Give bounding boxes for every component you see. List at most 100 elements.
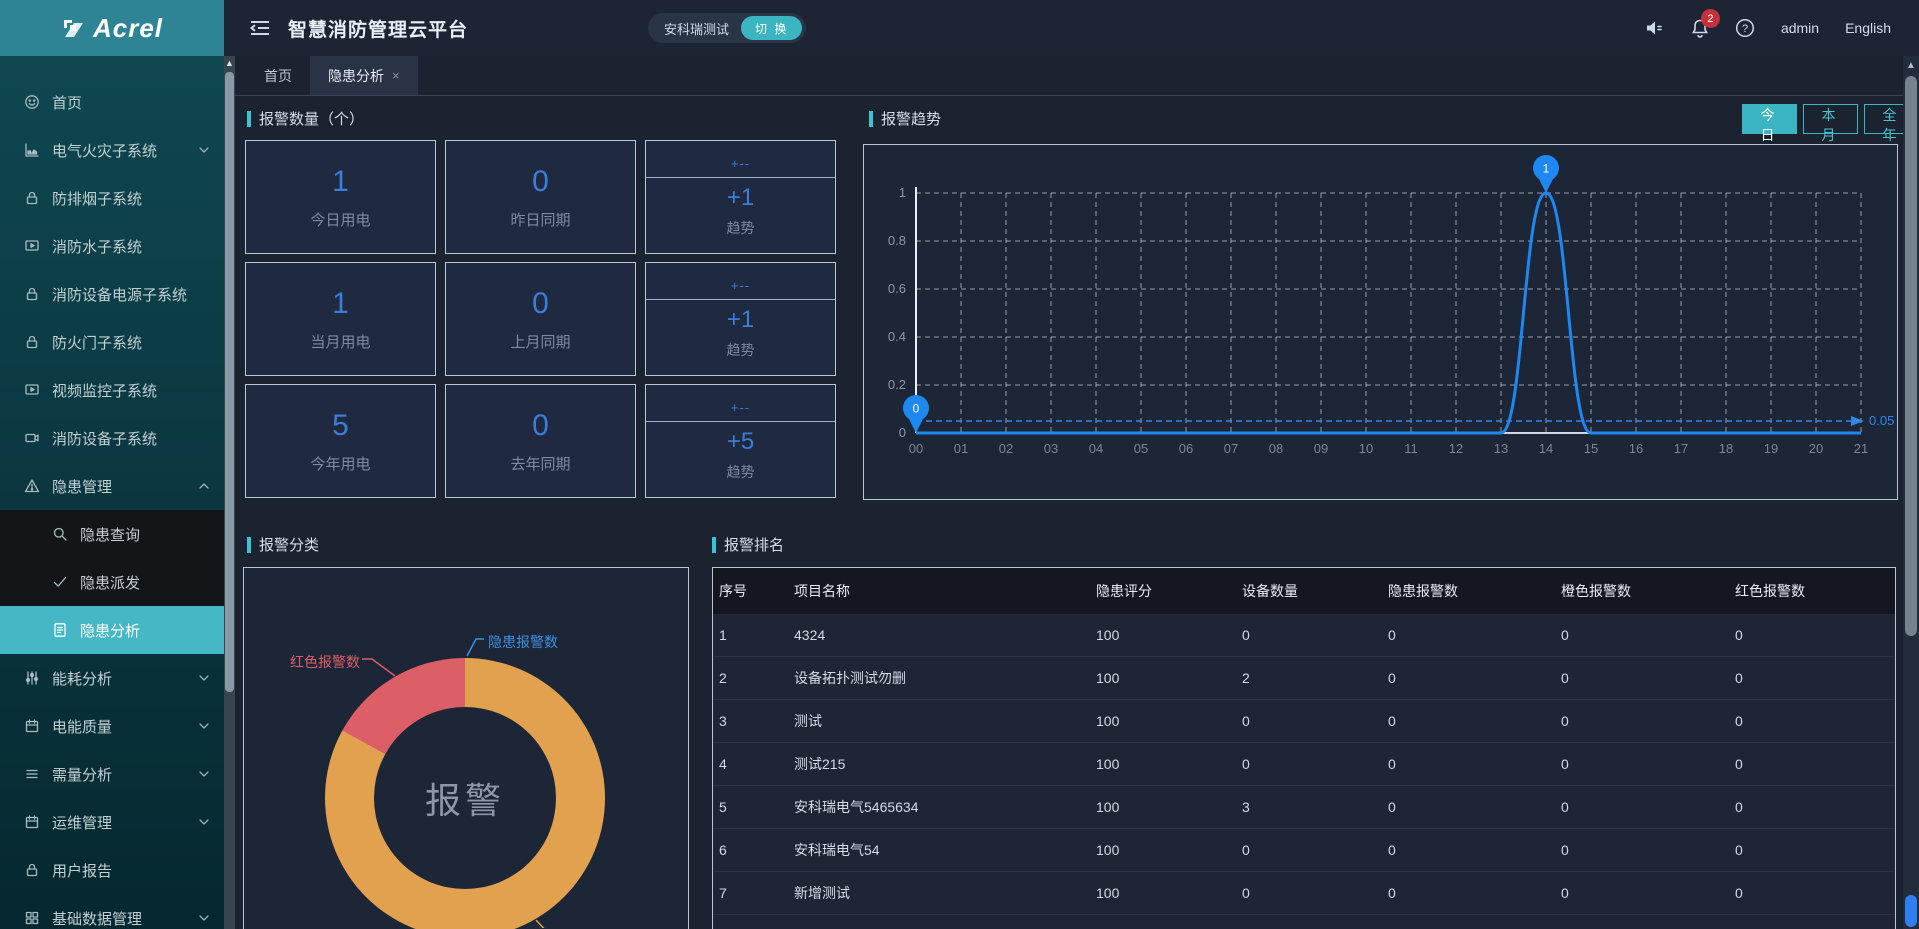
menu-fold-icon[interactable]: [250, 20, 270, 36]
svg-text:16: 16: [1629, 441, 1643, 456]
title-accent-bar: [247, 537, 251, 553]
table-cell: 安科瑞电气54: [794, 840, 1096, 860]
column-header: 项目名称: [794, 581, 1096, 601]
monitor-icon: [24, 382, 40, 398]
table-row[interactable]: 143241000000: [713, 614, 1895, 657]
table-cell: 新增测试: [794, 883, 1096, 903]
range-button-今日[interactable]: 今日: [1742, 104, 1797, 134]
switch-project-button[interactable]: 切 换: [741, 16, 802, 40]
page-scroll-thumb[interactable]: [1905, 76, 1917, 636]
alarm-stat-card: 0去年同期: [445, 384, 636, 498]
sidebar-item-label: 防火门子系统: [52, 332, 212, 353]
svg-text:0.2: 0.2: [888, 377, 906, 392]
table-cell: 0: [1561, 713, 1735, 729]
sidebar-scroll-up-icon[interactable]: ▲: [224, 56, 235, 70]
alarm-trend-title: 报警趋势: [869, 108, 941, 129]
column-header: 隐患报警数: [1388, 581, 1561, 601]
sidebar-item-label: 能耗分析: [52, 668, 196, 689]
notifications-bell-icon[interactable]: 2: [1691, 18, 1709, 38]
sidebar-item-视频监控子系统[interactable]: 视频监控子系统: [0, 366, 224, 414]
sidebar-item-首页[interactable]: 首页: [0, 78, 224, 126]
table-cell: 7: [719, 885, 794, 901]
sidebar-item-电气火灾子系统[interactable]: 电气火灾子系统: [0, 126, 224, 174]
sidebar-item-label: 电能质量: [52, 716, 196, 737]
sidebar-item-运维管理[interactable]: 运维管理: [0, 798, 224, 846]
table-cell: 0: [1735, 627, 1895, 643]
sidebar-item-label: 隐患查询: [80, 524, 212, 545]
language-switch[interactable]: English: [1845, 20, 1891, 36]
lock-icon: [24, 334, 40, 350]
svg-text:17: 17: [1674, 441, 1688, 456]
tab-close-icon[interactable]: ×: [392, 68, 400, 83]
sidebar-item-能耗分析[interactable]: 能耗分析: [0, 654, 224, 702]
help-icon[interactable]: ?: [1735, 18, 1755, 38]
table-cell: 0: [1561, 885, 1735, 901]
logo: Acrel: [0, 0, 224, 56]
tab-首页[interactable]: 首页: [246, 56, 310, 95]
table-cell: 1: [719, 627, 794, 643]
table-cell: 100: [1096, 885, 1242, 901]
sidebar-item-隐患派发[interactable]: 隐患派发: [0, 558, 224, 606]
column-header: 红色报警数: [1735, 581, 1895, 601]
sidebar-scrollbar[interactable]: ▲: [224, 56, 235, 929]
sidebar-item-需量分析[interactable]: 需量分析: [0, 750, 224, 798]
chevron-down-icon: [196, 814, 212, 830]
sidebar-scroll-thumb[interactable]: [225, 72, 234, 692]
table-row[interactable]: 6安科瑞电气541000000: [713, 829, 1895, 872]
doc-icon: [52, 622, 68, 638]
acrel-logo-icon: [61, 15, 87, 41]
table-cell: 0: [1735, 842, 1895, 858]
svg-text:18: 18: [1719, 441, 1733, 456]
sidebar-item-隐患分析[interactable]: 隐患分析: [0, 606, 224, 654]
range-button-本月[interactable]: 本月: [1803, 104, 1858, 134]
alarm-trend-chart-panel: 00.20.40.60.8100010203040506070809101112…: [863, 144, 1898, 500]
page-scroll-up-icon[interactable]: ▲: [1903, 60, 1919, 71]
sidebar-item-隐患查询[interactable]: 隐患查询: [0, 510, 224, 558]
table-cell: 0: [1561, 627, 1735, 643]
divider: [646, 421, 835, 422]
table-row[interactable]: 2设备拓扑测试勿删1002000: [713, 657, 1895, 700]
alarm-stat-card: 0昨日同期: [445, 140, 636, 254]
table-cell: 4: [719, 756, 794, 772]
table-cell: 100: [1096, 713, 1242, 729]
sidebar-item-隐患管理[interactable]: 隐患管理: [0, 462, 224, 510]
user-menu[interactable]: admin: [1781, 20, 1819, 36]
tab-隐患分析[interactable]: 隐患分析×: [310, 56, 418, 95]
svg-text:20: 20: [1809, 441, 1823, 456]
page-scroll-thumb-blue[interactable]: [1905, 895, 1917, 927]
sidebar-item-基础数据管理[interactable]: 基础数据管理: [0, 894, 224, 929]
sidebar-item-消防设备电源子系统[interactable]: 消防设备电源子系统: [0, 270, 224, 318]
table-row[interactable]: 4测试2151000000: [713, 743, 1895, 786]
sidebar-item-消防水子系统[interactable]: 消防水子系统: [0, 222, 224, 270]
table-cell: 6: [719, 842, 794, 858]
alarm-trend-card: +--+1趋势: [645, 262, 836, 376]
sidebar-submenu: 隐患查询隐患派发隐患分析: [0, 510, 224, 654]
calendar-icon: [24, 814, 40, 830]
sidebar-item-防排烟子系统[interactable]: 防排烟子系统: [0, 174, 224, 222]
sidebar-item-消防设备子系统[interactable]: 消防设备子系统: [0, 414, 224, 462]
svg-text:06: 06: [1179, 441, 1193, 456]
project-name: 安科瑞测试: [664, 19, 729, 38]
sidebar-item-电能质量[interactable]: 电能质量: [0, 702, 224, 750]
svg-text:0: 0: [899, 425, 906, 440]
sidebar-item-防火门子系统[interactable]: 防火门子系统: [0, 318, 224, 366]
alarm-trend-title-text: 报警趋势: [881, 108, 941, 129]
table-row[interactable]: 7新增测试1000000: [713, 872, 1895, 915]
svg-text:19: 19: [1764, 441, 1778, 456]
sidebar: 首页电气火灾子系统防排烟子系统消防水子系统消防设备电源子系统防火门子系统视频监控…: [0, 56, 224, 929]
lock-icon: [24, 286, 40, 302]
grid-icon: [24, 910, 40, 926]
sidebar-item-用户报告[interactable]: 用户报告: [0, 846, 224, 894]
table-cell: 0: [1388, 627, 1561, 643]
table-cell: 3: [1242, 799, 1388, 815]
header-actions: 2 ? admin English: [1645, 18, 1919, 38]
page-scrollbar[interactable]: ▲: [1903, 56, 1919, 929]
chart-icon: [24, 142, 40, 158]
chevron-down-icon: [196, 718, 212, 734]
table-cell: 2: [719, 670, 794, 686]
table-cell: 100: [1096, 842, 1242, 858]
stat-label: 上月同期: [510, 331, 570, 352]
table-row[interactable]: 3测试1000000: [713, 700, 1895, 743]
table-row[interactable]: 5安科瑞电气54656341003000: [713, 786, 1895, 829]
speaker-icon[interactable]: [1645, 19, 1665, 37]
